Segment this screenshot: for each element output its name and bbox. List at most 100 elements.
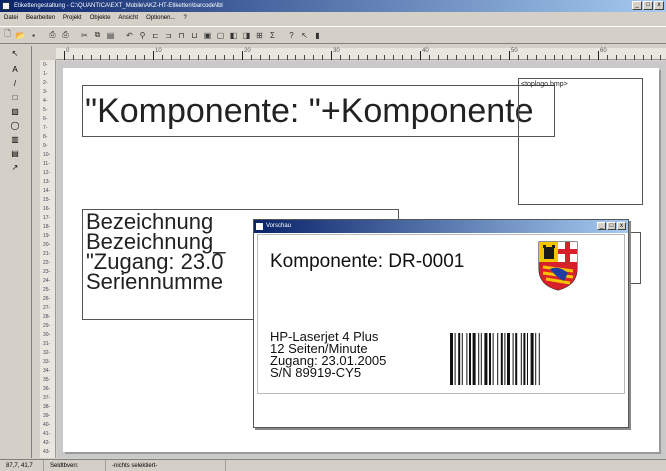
arrow-tool-icon[interactable]: ↗ [10, 163, 20, 172]
sum-icon[interactable]: Σ [267, 30, 278, 41]
ruler-label: 41- [43, 431, 51, 437]
preview-close-button[interactable]: x [617, 222, 626, 230]
ruler-tick [144, 55, 146, 60]
rect-tool-icon[interactable]: □ [10, 93, 20, 102]
ruler-tick [277, 55, 279, 60]
group-icon[interactable]: ▣ [202, 30, 213, 41]
ruler-label: 24- [43, 278, 51, 284]
component-field[interactable]: "Komponente: "+Komponente [82, 85, 555, 137]
print-preview-icon[interactable]: ⎙ [60, 30, 71, 41]
open-icon[interactable]: 📂 [15, 30, 26, 41]
ruler-label: 21- [43, 251, 51, 257]
ruler-label: 8- [43, 134, 48, 140]
ruler-label: 19- [43, 233, 51, 239]
front-icon[interactable]: ◧ [228, 30, 239, 41]
barcode-bar [492, 333, 494, 385]
ruler-label: 31- [43, 341, 51, 347]
preview-maximize-button[interactable]: □ [607, 222, 616, 230]
preview-title-bar: Vorschau _ □ x [254, 220, 628, 233]
barcode-bar [450, 333, 453, 385]
info-icon[interactable]: ▮ [312, 30, 323, 41]
window-title: Etikettengestaltung - C:\QUANTICA\EXT_Mo… [14, 3, 223, 9]
menu-objects[interactable]: Objekte [90, 13, 111, 24]
ruler-tick [304, 55, 306, 60]
ruler-tick [580, 55, 582, 60]
menu-file[interactable]: Datei [4, 13, 18, 24]
save-icon[interactable]: ▪ [28, 30, 39, 41]
ruler-tick [651, 55, 653, 60]
ruler-label: 34- [43, 368, 51, 374]
barcode-bar [504, 333, 506, 385]
window-controls: _ □ x [632, 1, 664, 10]
context-help-icon[interactable]: ↖ [299, 30, 310, 41]
ruler-tick [259, 55, 261, 60]
ruler-label: 12- [43, 170, 51, 176]
align-top-icon[interactable]: ⊓ [176, 30, 187, 41]
barcode-bar [500, 333, 503, 385]
close-button[interactable]: x [654, 1, 664, 10]
barcode-bar [466, 333, 468, 385]
menu-help[interactable]: ? [183, 13, 186, 24]
ruler-tick [535, 55, 537, 60]
barcode-bar [520, 333, 522, 385]
menu-view[interactable]: Ansicht [118, 13, 138, 24]
ruler-tick [108, 55, 110, 60]
barcode-bar [454, 333, 456, 385]
ruler-tick [411, 55, 413, 60]
menu-options[interactable]: Optionen... [146, 13, 175, 24]
ruler-label: 29- [43, 323, 51, 329]
ruler-tick [197, 55, 199, 60]
preview-line: S/N 89919-CY5 [270, 365, 362, 380]
ruler-label: 0- [43, 62, 48, 68]
ungroup-icon[interactable]: ▢ [215, 30, 226, 41]
grid-icon[interactable]: ⊞ [254, 30, 265, 41]
help-icon[interactable]: ? [286, 30, 297, 41]
toolbar-separator [41, 30, 45, 41]
text-tool-icon[interactable]: A [10, 65, 20, 74]
logo-field[interactable]: <toplogo.bmp> [518, 78, 643, 205]
application-window: Etikettengestaltung - C:\QUANTICA\EXT_Mo… [0, 0, 666, 471]
align-left-icon[interactable]: ⊏ [150, 30, 161, 41]
ruler-tick [268, 55, 270, 60]
undo-icon[interactable]: ↶ [124, 30, 135, 41]
copy-icon[interactable]: ⧉ [92, 30, 103, 41]
image-tool-icon[interactable]: ▨ [10, 107, 20, 116]
field-tool-icon[interactable]: ▤ [10, 149, 20, 158]
ruler-tick [428, 55, 430, 60]
barcode-bar [530, 333, 534, 385]
paste-icon[interactable]: ▤ [105, 30, 116, 41]
preview-minimize-button[interactable]: _ [597, 222, 606, 230]
ruler-tick [633, 55, 635, 60]
align-bottom-icon[interactable]: ⊔ [189, 30, 200, 41]
ruler-tick [624, 55, 626, 60]
ruler-tick [660, 55, 662, 60]
cut-icon[interactable]: ✂ [79, 30, 90, 41]
menu-project[interactable]: Projekt [63, 13, 82, 24]
ruler-label: 30 [333, 48, 340, 54]
new-icon[interactable]: 🗋 [2, 29, 13, 41]
back-icon[interactable]: ◨ [241, 30, 252, 41]
preview-heading: Komponente: DR-0001 [270, 251, 465, 272]
barcode-bar [535, 333, 537, 385]
pointer-icon[interactable]: ↖ [10, 49, 20, 58]
ruler-label: 28- [43, 314, 51, 320]
barcode-bar [523, 333, 526, 385]
barcode-tool-icon[interactable]: ▥ [10, 135, 20, 144]
ruler-tick [215, 55, 217, 60]
ruler-tick [90, 55, 92, 60]
menu-edit[interactable]: Bearbeiten [26, 13, 55, 24]
align-right-icon[interactable]: ⊐ [163, 30, 174, 41]
ruler-tick [242, 51, 243, 60]
minimize-button[interactable]: _ [632, 1, 642, 10]
maximize-button[interactable]: □ [643, 1, 653, 10]
ellipse-tool-icon[interactable]: ◯ [10, 121, 20, 130]
ruler-tick [402, 55, 404, 60]
ruler-label: 16- [43, 206, 51, 212]
status-coordinates: 87,7, 41,7 [0, 460, 44, 471]
ruler-tick [473, 55, 475, 60]
print-icon[interactable]: ⎙ [47, 30, 58, 41]
barcode-bar [489, 333, 491, 385]
ruler-label: 11- [43, 161, 50, 167]
line-tool-icon[interactable]: / [10, 79, 20, 88]
zoom-icon[interactable]: ⚲ [137, 30, 148, 41]
